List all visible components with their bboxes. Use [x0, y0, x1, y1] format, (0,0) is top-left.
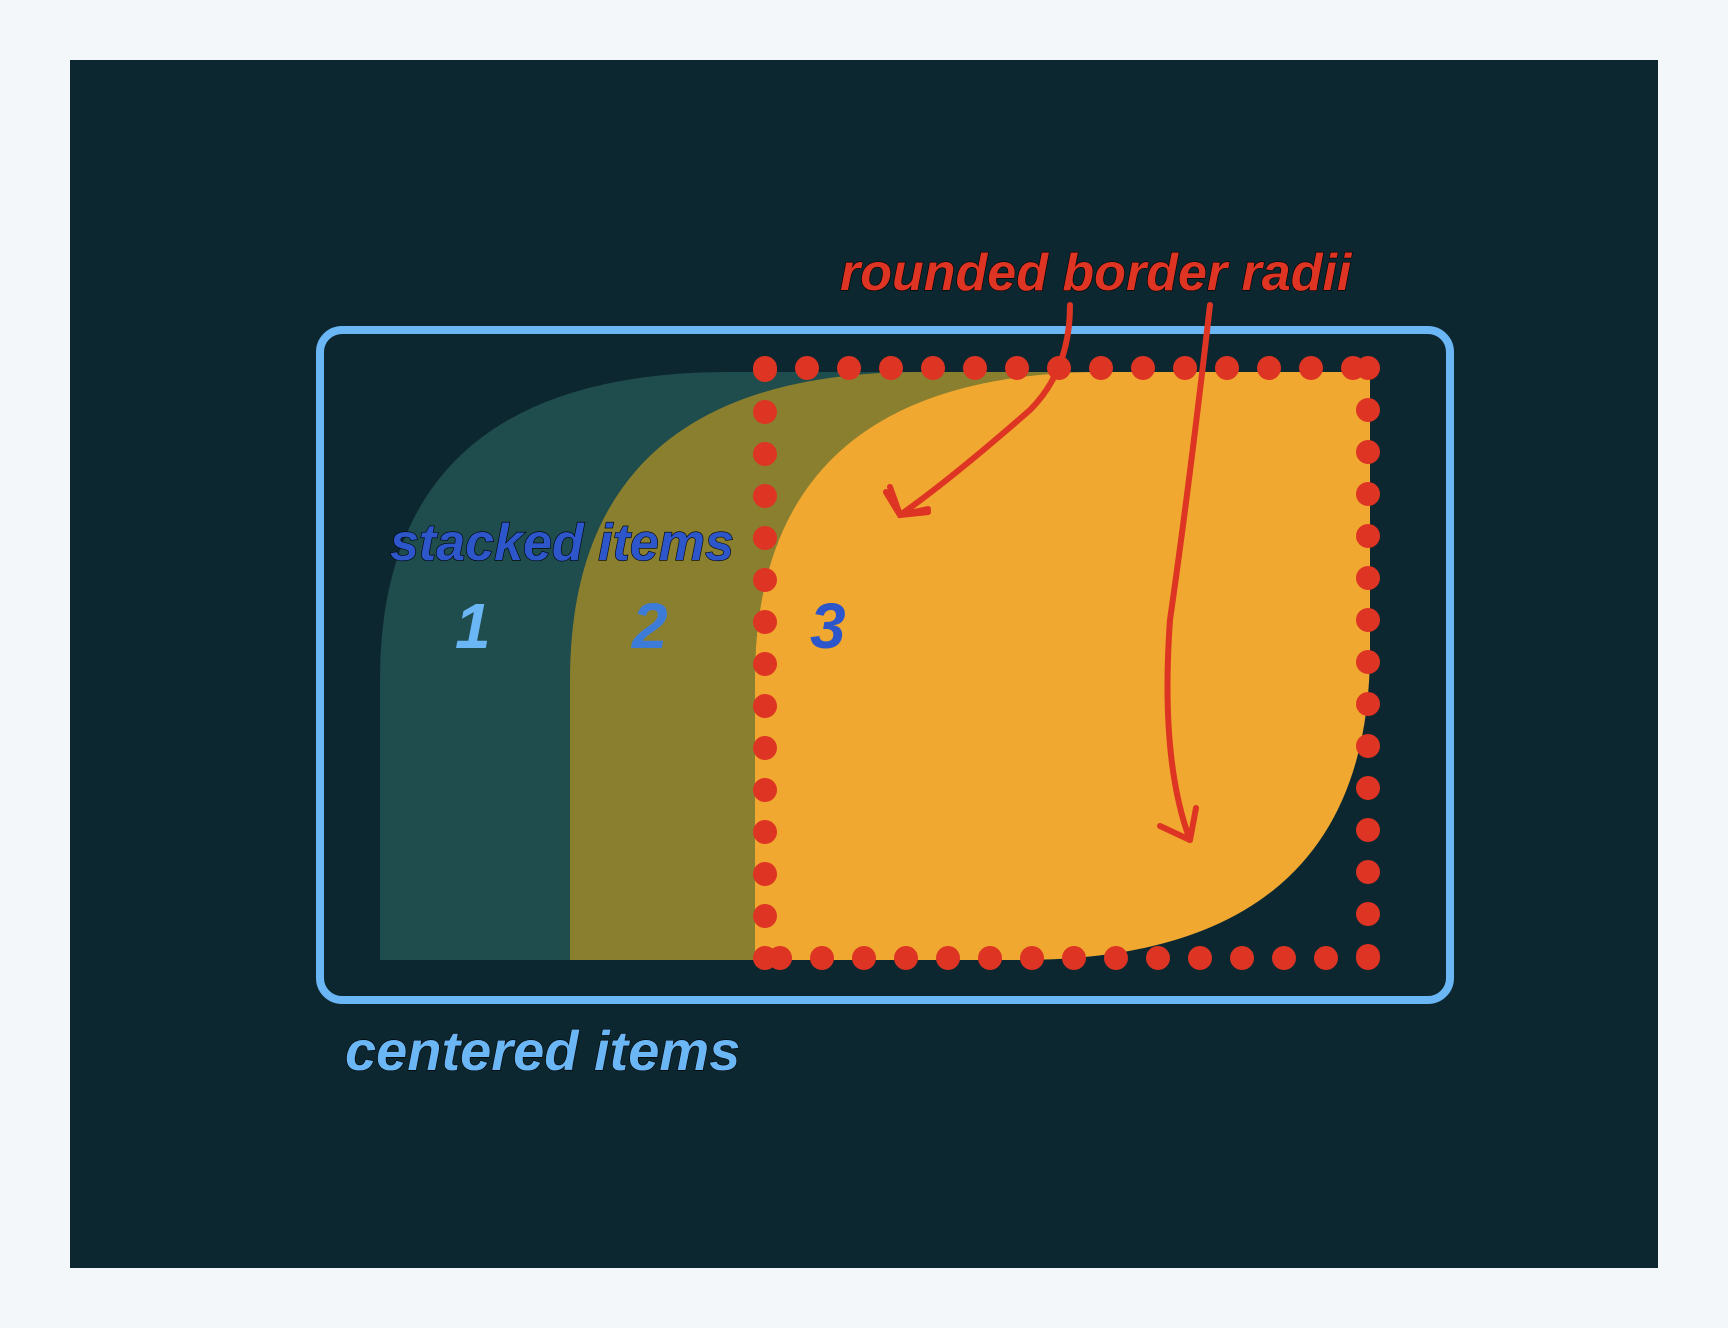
item-number-3: 3 [810, 590, 846, 662]
stacked-item-3 [755, 372, 1370, 960]
diagram-svg: rounded border radii stacked items cente… [70, 60, 1658, 1268]
item-number-1: 1 [455, 590, 491, 662]
label-rounded: rounded border radii [840, 244, 1353, 302]
item-number-2: 2 [631, 590, 668, 662]
label-stacked: stacked items [390, 514, 734, 572]
page-wrapper: rounded border radii stacked items cente… [0, 0, 1728, 1328]
label-centered: centered items [345, 1019, 740, 1082]
diagram-canvas: rounded border radii stacked items cente… [70, 60, 1658, 1268]
